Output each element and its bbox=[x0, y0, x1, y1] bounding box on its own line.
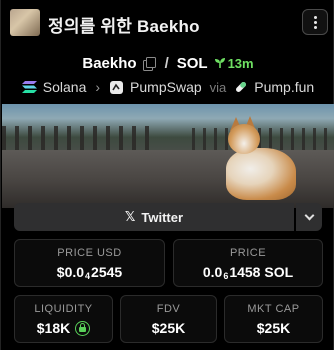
seedling-icon bbox=[214, 58, 225, 68]
chevron-down-icon bbox=[304, 210, 314, 221]
launchpad-name[interactable]: Pump.fun bbox=[254, 79, 314, 95]
more-options-button[interactable] bbox=[302, 9, 328, 35]
vertical-ellipsis-icon bbox=[313, 15, 317, 19]
socials-row: 𝕏 Twitter bbox=[14, 203, 322, 231]
twitter-label: Twitter bbox=[141, 209, 184, 225]
via-label: via bbox=[209, 79, 227, 95]
pair-separator: / bbox=[164, 54, 169, 72]
stat-value: $25K bbox=[256, 320, 291, 336]
token-header: 정의를 위한 Baekho bbox=[1, 0, 334, 44]
stat-label: LIQUIDITY bbox=[34, 303, 93, 315]
stat-liquidity: LIQUIDITY $18K bbox=[14, 295, 113, 343]
base-symbol: Baekho bbox=[82, 54, 137, 72]
pair-age: 13m bbox=[214, 56, 254, 71]
stat-label: FDV bbox=[156, 303, 181, 315]
zero-count: 6 bbox=[223, 271, 229, 281]
x-logo-icon: 𝕏 bbox=[124, 209, 136, 224]
zero-count: 4 bbox=[85, 271, 91, 281]
route-line: Solana › PumpSwap via Pump.fun bbox=[1, 77, 334, 97]
pumpswap-icon bbox=[110, 80, 124, 94]
stat-value: $25K bbox=[151, 320, 186, 336]
stat-value: $0.0 4 2545 bbox=[56, 264, 123, 281]
socials-expand-button[interactable] bbox=[296, 203, 322, 231]
token-banner-image bbox=[2, 104, 334, 208]
token-avatar[interactable] bbox=[10, 9, 40, 36]
quote-symbol: SOL bbox=[176, 54, 208, 72]
lock-icon[interactable] bbox=[75, 320, 91, 336]
stat-label: PRICE bbox=[229, 247, 267, 259]
stat-value: $18K bbox=[37, 320, 91, 336]
stat-price-native: PRICE 0.0 6 1458 SOL bbox=[173, 239, 323, 287]
pill-icon bbox=[236, 82, 247, 92]
token-info-panel: 정의를 위한 Baekho Baekho / SOL 13m Solana › bbox=[0, 0, 334, 350]
twitter-button[interactable]: 𝕏 Twitter bbox=[14, 203, 294, 231]
solana-icon bbox=[21, 81, 37, 93]
stat-mkt-cap: MKT CAP $25K bbox=[224, 295, 323, 343]
stat-label: PRICE USD bbox=[57, 247, 122, 259]
pair-age-text: 13m bbox=[227, 55, 254, 71]
stat-fdv: FDV $25K bbox=[120, 295, 217, 343]
stat-price-usd: PRICE USD $0.0 4 2545 bbox=[14, 239, 165, 287]
pair-line: Baekho / SOL 13m bbox=[1, 53, 334, 73]
token-title: 정의를 위한 Baekho bbox=[48, 17, 200, 36]
chain-name[interactable]: Solana bbox=[43, 79, 87, 95]
chevron-right-icon: › bbox=[95, 79, 101, 95]
stat-label: MKT CAP bbox=[247, 303, 300, 315]
copy-icon[interactable] bbox=[142, 56, 156, 71]
dex-name[interactable]: PumpSwap bbox=[130, 79, 202, 95]
stat-value: 0.0 6 1458 SOL bbox=[202, 264, 294, 281]
